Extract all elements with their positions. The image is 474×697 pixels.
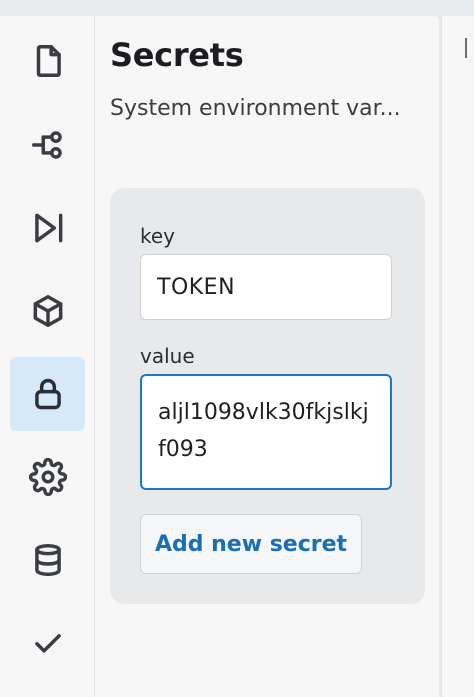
sidebar-item-database[interactable] xyxy=(10,523,85,597)
value-label: value xyxy=(140,344,195,368)
lock-icon xyxy=(34,378,61,410)
sidebar-item-connections[interactable] xyxy=(10,108,85,182)
adjacent-panel-edge xyxy=(465,38,474,58)
add-secret-button[interactable]: Add new secret xyxy=(140,514,362,574)
sidebar-item-settings[interactable] xyxy=(10,440,85,514)
secret-form-card: key TOKEN value aljl1098vlk30fkjslkjf093… xyxy=(110,188,425,604)
key-label: key xyxy=(140,224,176,248)
value-input[interactable]: aljl1098vlk30fkjslkjf093 xyxy=(140,374,392,490)
sidebar-item-run[interactable] xyxy=(10,191,85,265)
app-window: Secrets System environment var... key TO… xyxy=(0,0,474,697)
sidebar-item-tests[interactable] xyxy=(10,606,85,680)
gear-icon xyxy=(28,458,67,496)
cube-icon xyxy=(33,295,62,327)
file-icon xyxy=(36,45,61,77)
sidebar-item-files[interactable] xyxy=(10,24,85,98)
sidebar xyxy=(0,16,95,697)
adjacent-panel xyxy=(441,16,474,697)
connections-icon xyxy=(31,131,62,159)
key-input[interactable]: TOKEN xyxy=(140,254,392,320)
secrets-panel: Secrets System environment var... key TO… xyxy=(95,16,439,697)
check-icon xyxy=(34,634,61,653)
sidebar-item-secrets[interactable] xyxy=(10,357,85,431)
run-icon xyxy=(34,213,62,243)
panel-subtitle: System environment var... xyxy=(110,96,401,121)
page-title: Secrets xyxy=(110,36,244,74)
sidebar-item-packages[interactable] xyxy=(10,274,85,348)
database-icon xyxy=(34,544,61,576)
